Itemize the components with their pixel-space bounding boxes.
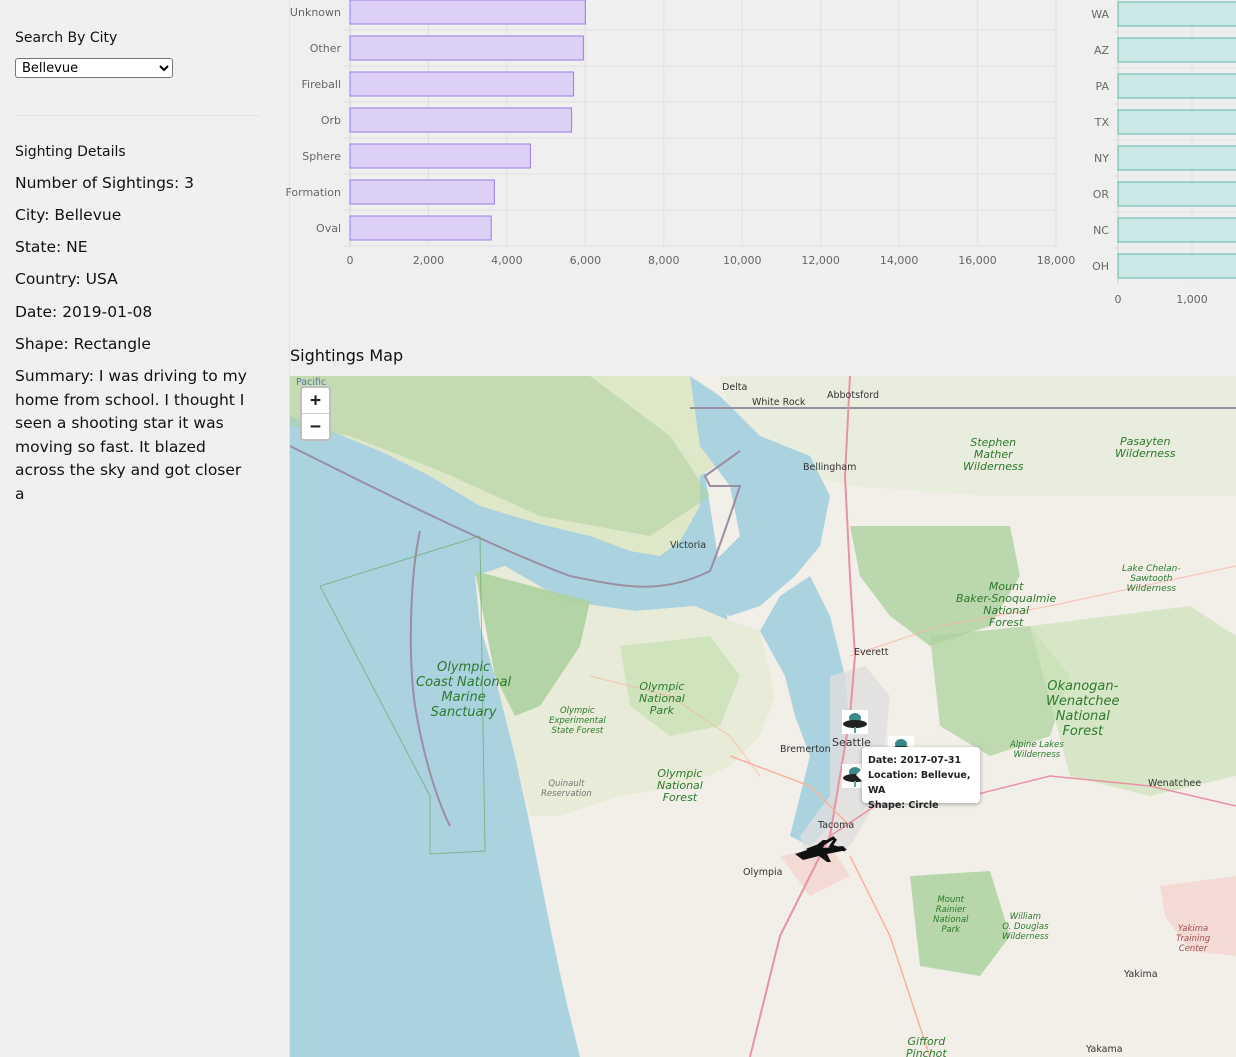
y-tick-label: OR (1093, 188, 1110, 201)
sighting-summary: Summary: I was driving to my home from s… (15, 367, 247, 503)
x-tick-label: 18,000 (1037, 254, 1076, 267)
x-tick-label: 2,000 (413, 254, 445, 267)
map-label-yakama: Yakama (1086, 1044, 1123, 1055)
x-tick-label: 16,000 (958, 254, 997, 267)
sighting-state: State: NE (15, 238, 88, 256)
x-tick-label: 12,000 (801, 254, 840, 267)
state-bar-chart: WA AZ PA TX NY OR NC OH 0 1,000 (1091, 0, 1236, 306)
bar[interactable] (349, 143, 531, 169)
bar[interactable] (1117, 1, 1236, 27)
park-label-stephen-mather: Stephen Mather Wilderness (963, 436, 1024, 473)
y-tick-label: TX (1094, 116, 1110, 129)
bar[interactable] (1117, 145, 1236, 171)
popup-date: Date: 2017-07-31 (868, 755, 962, 766)
park-label-olympic-experimental: Olympic Experimental State Forest (549, 706, 606, 736)
park-label-olympic-nf: Olympic National Forest (657, 767, 703, 804)
park-label-mount-rainier: Mount Rainier National Park (933, 895, 969, 935)
sighting-country: Country: USA (15, 270, 118, 288)
park-label-alpine-lakes: Alpine Lakes Wilderness (1010, 740, 1064, 760)
x-tick-label: 0 (1115, 293, 1122, 306)
sighting-date: Date: 2019-01-08 (15, 303, 153, 321)
y-tick-label: PA (1096, 80, 1110, 93)
map-label-wenatchee: Wenatchee (1148, 778, 1202, 789)
map-label-olympia: Olympia (743, 867, 783, 878)
jet-marker-icon[interactable] (793, 836, 849, 866)
search-title: Search By City (15, 30, 118, 46)
y-tick-label: Sphere (302, 150, 341, 163)
x-tick-label: 10,000 (723, 254, 762, 267)
bar[interactable] (1117, 73, 1236, 99)
park-label-mount-baker: Mount Baker-Snoqualmie National Forest (956, 580, 1057, 629)
map-label-delta: Delta (722, 382, 748, 393)
x-tick-label: 14,000 (880, 254, 919, 267)
map-label-tacoma: Tacoma (818, 820, 855, 831)
bar[interactable] (1117, 181, 1236, 207)
zoom-out-button[interactable]: − (302, 413, 329, 439)
x-tick-label: 6,000 (570, 254, 602, 267)
y-tick-label: AZ (1094, 44, 1110, 57)
bar[interactable] (1117, 109, 1236, 135)
popup-location: Location: Bellevue, WA (868, 770, 971, 796)
sighting-city: City: Bellevue (15, 206, 122, 224)
park-label-olympic-np: Olympic National Park (639, 680, 685, 717)
bar[interactable] (349, 215, 492, 241)
x-tick-label: 4,000 (491, 254, 523, 267)
x-tick-label: 1,000 (1176, 293, 1208, 306)
sighting-count: Number of Sightings: 3 (15, 174, 194, 192)
bar[interactable] (1117, 253, 1236, 279)
sightings-map[interactable]: + − Delta White Rock Abbotsford Bellingh… (290, 376, 1236, 1057)
bar[interactable] (1117, 37, 1236, 63)
map-label-abbotsford: Abbotsford (827, 390, 879, 401)
map-label-everett: Everett (854, 647, 889, 658)
park-label-yakima-training: Yakima Training Center (1176, 924, 1211, 954)
y-tick-label: Orb (321, 114, 341, 127)
bar[interactable] (349, 179, 495, 205)
map-label-yakima: Yakima (1124, 969, 1158, 980)
park-label-william-douglas: William O. Douglas Wilderness (1002, 912, 1049, 942)
park-label-quinault: Quinault Reservation (541, 779, 592, 799)
sighting-shape: Shape: Rectangle (15, 335, 151, 353)
park-label-okanogan: Okanogan- Wenatchee National Forest (1046, 679, 1120, 739)
details-title: Sighting Details (15, 144, 126, 160)
map-label-bremerton: Bremerton (780, 744, 831, 755)
y-tick-label: Other (310, 42, 342, 55)
popup-shape: Shape: Circle (868, 800, 939, 811)
y-tick-label: Unknown (290, 6, 341, 19)
map-label-bellingham: Bellingham (803, 462, 857, 473)
y-tick-label: Oval (316, 222, 341, 235)
y-tick-label: NC (1093, 224, 1109, 237)
y-tick-label: WA (1091, 8, 1109, 21)
sidebar-divider (15, 115, 260, 116)
sighting-popup: Date: 2017-07-31 Location: Bellevue, WA … (856, 747, 980, 811)
y-tick-label: Formation (285, 186, 341, 199)
bar[interactable] (349, 35, 584, 61)
bar[interactable] (349, 107, 573, 133)
sidebar: Search By City Bellevue Sighting Details… (0, 0, 290, 1057)
y-tick-label: Fireball (302, 78, 341, 91)
x-tick-label: 8,000 (648, 254, 680, 267)
park-label-lake-chelan: Lake Chelan- Sawtooth Wilderness (1122, 564, 1181, 594)
bar[interactable] (1117, 217, 1236, 243)
map-title: Sightings Map (290, 346, 404, 365)
y-tick-label: OH (1092, 260, 1109, 273)
city-select[interactable]: Bellevue (15, 58, 173, 78)
zoom-control: + − (300, 386, 331, 441)
park-label-gifford-pinchot: Gifford Pinchot (906, 1035, 947, 1057)
park-label-pasayten: Pasayten Wilderness (1115, 435, 1176, 460)
park-label-olympic-coast: Olympic Coast National Marine Sanctuary (416, 660, 512, 720)
y-tick-label: NY (1094, 152, 1109, 165)
zoom-in-button[interactable]: + (302, 388, 329, 413)
bar[interactable] (349, 0, 586, 25)
ufo-marker-icon[interactable] (842, 710, 868, 734)
map-label-pacific: Pacific (296, 377, 327, 388)
map-label-victoria: Victoria (670, 540, 707, 551)
x-tick-label: 0 (347, 254, 354, 267)
bar[interactable] (349, 71, 575, 97)
map-label-white-rock: White Rock (752, 397, 806, 408)
shape-bar-chart: 0 2,000 4,000 6,000 8,000 10,000 12,000 14,000 1… (285, 0, 1076, 267)
